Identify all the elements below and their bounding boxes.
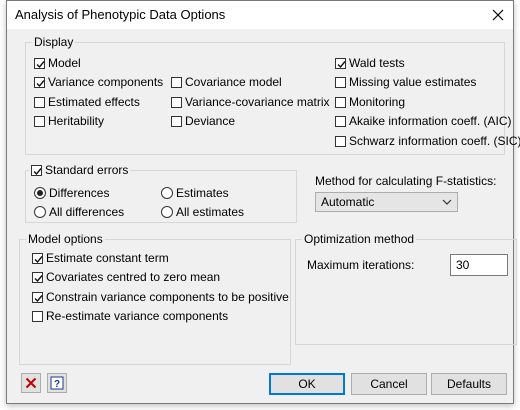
checkbox-estimated-effects[interactable]: Estimated effects (34, 95, 140, 109)
missing-value-estimates-checkbox-box[interactable] (335, 76, 346, 88)
covariates-centred-checkbox-box[interactable] (32, 271, 43, 283)
covariance-model-label: Covariance model (185, 75, 282, 89)
all-estimates-radio-button[interactable] (161, 206, 173, 218)
red-x-icon (25, 377, 37, 389)
re-estimate-variance-checkbox-box[interactable] (32, 310, 43, 322)
aic-checkbox-box[interactable] (335, 115, 346, 127)
cancel-button[interactable]: Cancel (351, 373, 427, 395)
close-icon (492, 9, 504, 21)
estimated-effects-label: Estimated effects (48, 95, 140, 109)
constrain-variance-label: Constrain variance components to be posi… (46, 290, 289, 304)
wald-tests-checkbox-box[interactable] (335, 57, 346, 69)
estimated-effects-checkbox-box[interactable] (34, 96, 45, 108)
display-legend: Display (32, 35, 76, 49)
defaults-label: Defaults (446, 377, 492, 391)
clear-button[interactable] (21, 373, 41, 393)
checkbox-re-estimate-variance[interactable]: Re-estimate variance components (32, 309, 228, 323)
checkbox-aic[interactable]: Akaike information coeff. (AIC) (335, 114, 512, 128)
defaults-button[interactable]: Defaults (431, 373, 507, 395)
heritability-label: Heritability (48, 114, 105, 128)
all-differences-radio-button[interactable] (34, 206, 46, 218)
sic-label: Schwarz information coeff. (SIC) (349, 134, 520, 148)
missing-value-estimates-label: Missing value estimates (349, 75, 477, 89)
ok-button[interactable]: OK (269, 373, 345, 395)
monitoring-checkbox-box[interactable] (335, 96, 346, 108)
cancel-label: Cancel (370, 377, 408, 391)
fstat-method-select[interactable]: Automatic (315, 192, 458, 212)
heritability-checkbox-box[interactable] (34, 115, 45, 127)
optimization-legend: Optimization method (302, 232, 417, 246)
help-button[interactable]: ? (47, 373, 67, 393)
model-label: Model (48, 56, 81, 70)
title-bar: Analysis of Phenotypic Data Options (7, 1, 513, 29)
chevron-down-icon (442, 199, 452, 205)
ok-label: OK (298, 377, 316, 391)
options-dialog: Analysis of Phenotypic Data Options Disp… (6, 0, 520, 404)
checkbox-monitoring[interactable]: Monitoring (335, 95, 405, 109)
checkbox-covariates-centred[interactable]: Covariates centred to zero mean (32, 270, 220, 284)
wald-tests-label: Wald tests (349, 56, 405, 70)
sic-checkbox-box[interactable] (335, 135, 346, 147)
all-estimates-label: All estimates (176, 205, 245, 219)
max-iterations-label: Maximum iterations: (307, 258, 415, 272)
checkbox-wald-tests[interactable]: Wald tests (335, 56, 405, 70)
all-differences-label: All differences (49, 205, 125, 219)
checkbox-estimate-constant-term[interactable]: Estimate constant term (32, 251, 169, 265)
re-estimate-variance-label: Re-estimate variance components (46, 309, 229, 323)
fstat-label: Method for calculating F-statistics: (315, 174, 497, 188)
monitoring-label: Monitoring (349, 95, 406, 109)
radio-estimates[interactable]: Estimates (161, 186, 229, 200)
differences-radio-button[interactable] (34, 187, 46, 199)
checkbox-constrain-variance[interactable]: Constrain variance components to be posi… (32, 290, 289, 304)
checkbox-covariance-model[interactable]: Covariance model (171, 75, 282, 89)
checkbox-missing-value-estimates[interactable]: Missing value estimates (335, 75, 476, 89)
differences-label: Differences (49, 186, 110, 200)
estimate-constant-term-checkbox-box[interactable] (32, 252, 43, 264)
covariates-centred-label: Covariates centred to zero mean (46, 270, 221, 284)
max-iterations-field[interactable]: 30 (450, 254, 508, 276)
covariance-model-checkbox-box[interactable] (171, 76, 182, 88)
radio-all-differences[interactable]: All differences (34, 205, 124, 219)
variance-covariance-matrix-checkbox-box[interactable] (171, 96, 182, 108)
variance-components-checkbox-box[interactable] (34, 76, 45, 88)
checkbox-model[interactable]: Model (34, 56, 81, 70)
help-question-icon: ? (50, 376, 64, 390)
model-checkbox-box[interactable] (34, 57, 45, 69)
standard-errors-checkbox-box[interactable] (31, 164, 42, 176)
variance-components-label: Variance components (48, 75, 164, 89)
aic-label: Akaike information coeff. (AIC) (349, 114, 512, 128)
radio-all-estimates[interactable]: All estimates (161, 205, 244, 219)
checkbox-heritability[interactable]: Heritability (34, 114, 104, 128)
checkbox-deviance[interactable]: Deviance (171, 114, 235, 128)
window-title: Analysis of Phenotypic Data Options (15, 7, 226, 22)
checkbox-sic[interactable]: Schwarz information coeff. (SIC) (335, 134, 520, 148)
close-button[interactable] (485, 3, 511, 27)
deviance-checkbox-box[interactable] (171, 115, 182, 127)
deviance-label: Deviance (185, 114, 236, 128)
estimates-radio-button[interactable] (161, 187, 173, 199)
fstat-selected-value: Automatic (321, 195, 375, 209)
estimate-constant-term-label: Estimate constant term (46, 251, 169, 265)
svg-text:?: ? (54, 379, 60, 390)
constrain-variance-checkbox-box[interactable] (32, 291, 43, 303)
checkbox-variance-covariance-matrix[interactable]: Variance-covariance matrix (171, 95, 330, 109)
checkbox-variance-components[interactable]: Variance components (34, 75, 163, 89)
estimates-label: Estimates (176, 186, 229, 200)
model-options-legend: Model options (26, 232, 105, 246)
variance-covariance-matrix-label: Variance-covariance matrix (185, 95, 330, 109)
standard-errors-label: Standard errors (45, 163, 129, 177)
checkbox-standard-errors[interactable]: Standard errors (29, 163, 131, 177)
radio-differences[interactable]: Differences (34, 186, 109, 200)
